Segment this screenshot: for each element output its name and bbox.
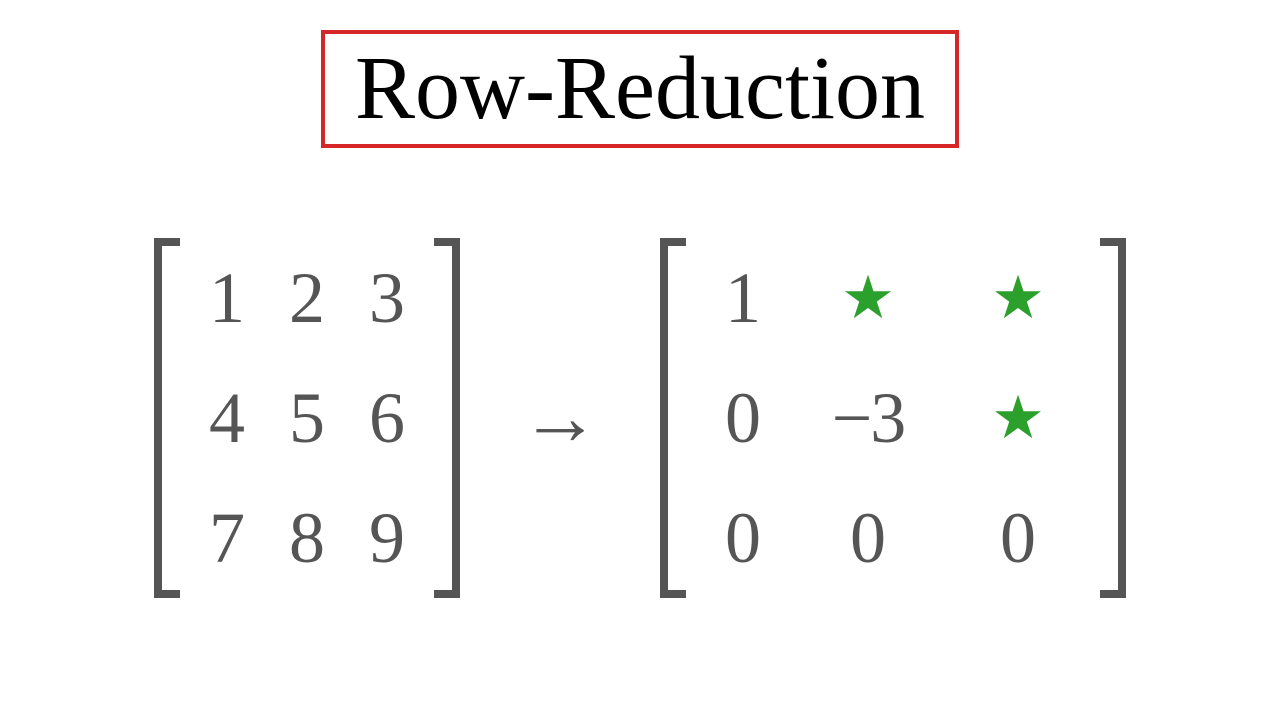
title-box: Row-Reduction <box>321 30 959 148</box>
matrix-left-body: 1 2 3 4 5 6 7 8 9 <box>172 238 442 598</box>
matrix-cell: 6 <box>347 378 427 458</box>
title-text: Row-Reduction <box>355 39 925 138</box>
matrix-right: 1★★0−3★000 <box>660 238 1126 598</box>
star-icon: ★ <box>943 378 1093 458</box>
matrix-cell: 7 <box>187 498 267 578</box>
matrix-cell: 4 <box>187 378 267 458</box>
matrix-left: 1 2 3 4 5 6 7 8 9 <box>154 238 460 598</box>
matrix-cell: 1 <box>693 258 793 338</box>
matrix-cell: 9 <box>347 498 427 578</box>
matrix-cell: 0 <box>693 498 793 578</box>
arrow-icon: → <box>520 373 600 464</box>
matrix-cell: 1 <box>187 258 267 338</box>
star-icon: ★ <box>793 258 943 338</box>
matrix-cell: 0 <box>793 498 943 578</box>
matrix-cell: 0 <box>693 378 793 458</box>
bracket-left-icon <box>660 238 678 598</box>
equation-row: 1 2 3 4 5 6 7 8 9 → 1★★0−3★000 <box>154 238 1126 598</box>
matrix-cell: 5 <box>267 378 347 458</box>
matrix-right-body: 1★★0−3★000 <box>678 238 1108 598</box>
bracket-right-icon <box>442 238 460 598</box>
bracket-right-icon <box>1108 238 1126 598</box>
bracket-left-icon <box>154 238 172 598</box>
matrix-cell: 3 <box>347 258 427 338</box>
matrix-cell: 0 <box>943 498 1093 578</box>
star-icon: ★ <box>943 258 1093 338</box>
matrix-cell: −3 <box>793 378 943 458</box>
matrix-cell: 2 <box>267 258 347 338</box>
row-reduction-diagram: Row-Reduction 1 2 3 4 5 6 7 8 9 → 1★★0−3… <box>0 0 1280 720</box>
matrix-cell: 8 <box>267 498 347 578</box>
